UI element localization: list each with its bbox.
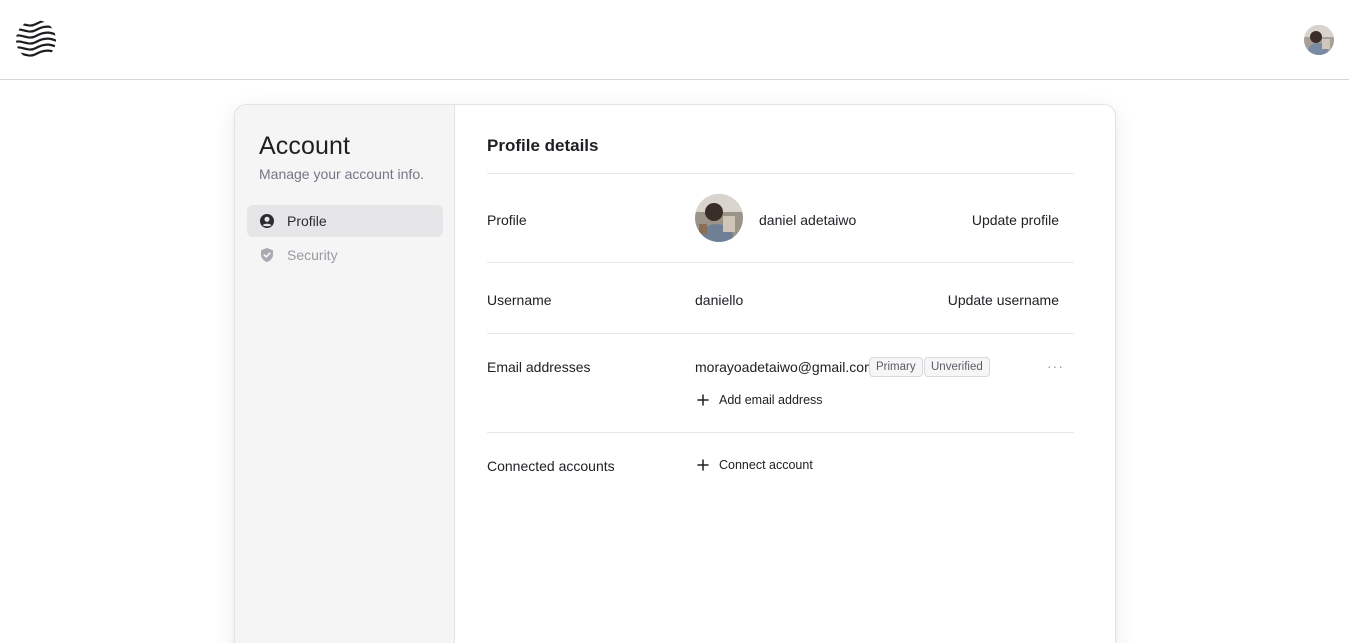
profile-details-panel: Profile details Profile daniel adetaiwo … bbox=[455, 105, 1115, 643]
account-card: Account Manage your account info. Profil… bbox=[234, 104, 1116, 643]
connect-account-label: Connect account bbox=[719, 458, 813, 472]
shield-check-icon bbox=[259, 247, 275, 263]
top-navbar bbox=[0, 0, 1349, 80]
add-email-label: Add email address bbox=[719, 393, 823, 407]
plus-icon bbox=[695, 457, 711, 473]
username-row-label: Username bbox=[487, 292, 552, 308]
plus-icon bbox=[695, 392, 711, 408]
username-value: daniello bbox=[695, 292, 744, 308]
account-title: Account bbox=[259, 132, 351, 160]
divider bbox=[487, 432, 1074, 433]
account-subtitle: Manage your account info. bbox=[259, 166, 424, 182]
profile-row-label: Profile bbox=[487, 212, 527, 228]
divider bbox=[487, 333, 1074, 334]
update-username-button[interactable]: Update username bbox=[948, 292, 1059, 308]
connected-accounts-label: Connected accounts bbox=[487, 458, 615, 474]
unverified-badge: Unverified bbox=[924, 357, 990, 377]
divider bbox=[487, 262, 1074, 263]
primary-badge: Primary bbox=[869, 357, 923, 377]
divider bbox=[487, 173, 1074, 174]
user-avatar-button[interactable] bbox=[1304, 25, 1334, 55]
email-row-label: Email addresses bbox=[487, 359, 591, 375]
connect-account-button[interactable]: Connect account bbox=[695, 457, 813, 473]
profile-name: daniel adetaiwo bbox=[759, 212, 857, 228]
wave-logo-icon[interactable] bbox=[15, 19, 57, 61]
add-email-address-button[interactable]: Add email address bbox=[695, 392, 823, 408]
email-address: morayoadetaiwo@gmail.com bbox=[695, 359, 876, 375]
update-profile-button[interactable]: Update profile bbox=[972, 212, 1059, 228]
sidebar-item-security[interactable]: Security bbox=[247, 239, 443, 271]
sidebar-item-label: Security bbox=[287, 247, 338, 263]
page-title: Profile details bbox=[487, 136, 599, 155]
user-circle-icon bbox=[259, 213, 275, 229]
email-more-options-button[interactable]: ··· bbox=[1047, 358, 1064, 374]
sidebar-item-label: Profile bbox=[287, 213, 327, 229]
account-sidebar: Account Manage your account info. Profil… bbox=[235, 105, 455, 643]
profile-avatar bbox=[695, 194, 743, 242]
sidebar-item-profile[interactable]: Profile bbox=[247, 205, 443, 237]
